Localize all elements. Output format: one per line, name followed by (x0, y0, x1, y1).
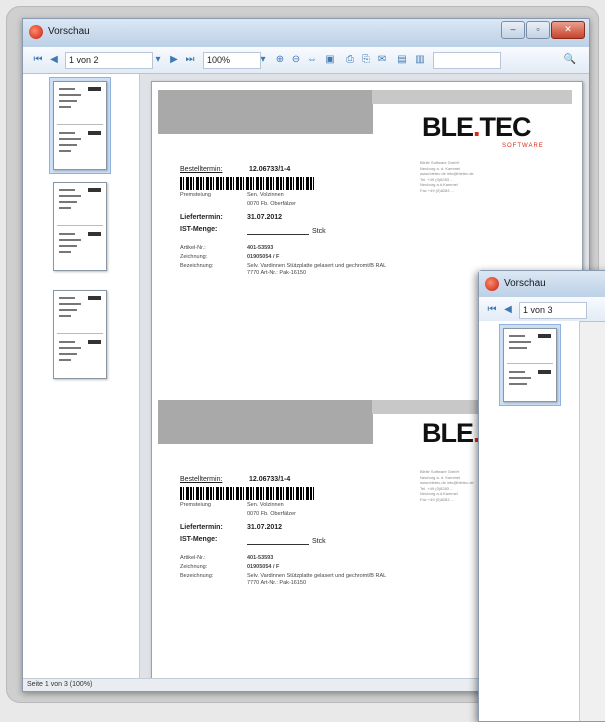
page-thumbnail-2[interactable] (53, 182, 107, 271)
header-gray-block (158, 90, 373, 134)
prev-page-icon[interactable]: ◀ (47, 52, 61, 65)
company-address: Bleile Software GmbH Neuburg a. d. Kamme… (420, 160, 474, 193)
order-value: 12.06733/1-4 (249, 166, 291, 173)
window-controls: – ▫ ✕ (501, 21, 585, 39)
delivery-value-2: 0070 Fb. Oberfälzer (247, 201, 296, 207)
prev-page-icon-2[interactable]: ◀ (501, 302, 515, 315)
close-button[interactable]: ✕ (551, 21, 585, 39)
app-icon-2 (485, 277, 499, 291)
print-icon[interactable]: ⎙ (343, 52, 357, 65)
zoom-in-icon[interactable]: ⊕ (273, 52, 287, 65)
fit-page-icon[interactable]: ▣ (323, 52, 337, 65)
drawing-value-2: 01905054 / F (247, 564, 280, 570)
preview-window-2: Vorschau ⏮ ◀ 1 von 3 (478, 270, 605, 722)
order-label: Bestelltermin: (180, 166, 223, 173)
header-gray-strip (372, 90, 572, 104)
date-label: Liefertermin: (180, 214, 223, 221)
drawing-value: 01905054 / F (247, 254, 280, 260)
desc-label: Bezeichnung: (180, 263, 214, 269)
page-thumbnail-w2[interactable] (503, 328, 557, 402)
delivery-value-1: Sen. Volzinnen (247, 192, 284, 198)
last-page-icon[interactable]: ⏭ (183, 52, 197, 65)
drawing-label-2: Zeichnung: (180, 564, 208, 570)
header-gray-block-2 (158, 400, 373, 444)
qty-label-2: IST-Menge: (180, 536, 218, 543)
delivery-label: Premsteiung (180, 192, 211, 198)
article-value: 401-53593 (247, 245, 274, 251)
zoom-field[interactable]: 100% (203, 52, 261, 69)
fit-width-icon[interactable]: ⇔ (305, 52, 319, 65)
desc-value-2-2: 7770 Art-Nr.: Pak-16150 (247, 580, 307, 586)
barcode (180, 177, 314, 190)
date-label-2: Liefertermin: (180, 524, 223, 531)
page-thumbnail-1[interactable] (53, 81, 107, 170)
qty-label: IST-Menge: (180, 226, 218, 233)
minimize-button[interactable]: – (501, 21, 525, 39)
drawing-label: Zeichnung: (180, 254, 208, 260)
delivery-value-1-2: Sen. Volzinnen (247, 502, 284, 508)
date-value: 31.07.2012 (247, 214, 283, 221)
maximize-button[interactable]: ▫ (526, 21, 550, 39)
thumbnail-panel-2 (479, 321, 580, 721)
company-logo: BLE.TEC (422, 112, 532, 142)
thumbnail-panel (23, 74, 140, 679)
qty-unit: Stck (312, 228, 326, 235)
desc-value-1-2: Selv. Vardinnen Stützplatte gelasert und… (247, 573, 387, 579)
search-icon[interactable]: 🔍 (563, 52, 577, 65)
delivery-label-2: Premsteiung (180, 502, 211, 508)
order-label-2: Bestelltermin: (180, 476, 223, 483)
qty-field-line-2 (247, 544, 309, 545)
page-number-field[interactable]: 1 von 2 (65, 52, 153, 69)
send-icon[interactable]: ✉ (375, 52, 389, 65)
logo-subtitle: SOFTWARE (502, 143, 544, 149)
search-input[interactable] (433, 52, 501, 69)
save-icon[interactable]: ▤ (395, 52, 409, 65)
desc-value-1: Selv. Vardinnen Stützplatte gelasert und… (247, 263, 387, 269)
print-setup-icon[interactable]: ⎘ (359, 52, 373, 65)
qty-field-line (247, 234, 309, 235)
order-value-2: 12.06733/1-4 (249, 476, 291, 483)
date-value-2: 31.07.2012 (247, 524, 283, 531)
window-title: Vorschau (48, 26, 90, 37)
page-thumbnail-3[interactable] (53, 290, 107, 379)
first-page-icon[interactable]: ⏮ (31, 52, 45, 65)
first-page-icon-2[interactable]: ⏮ (485, 302, 499, 315)
toolbar: ⏮ ◀ 1 von 2 ▾ ▶ ⏭ 100% ▾ ⊕ ⊖ ⇔ ▣ ⎙ ⎘ ✉ ▤… (23, 47, 589, 74)
desc-label-2: Bezeichnung: (180, 573, 214, 579)
title-bar: Vorschau – ▫ ✕ (23, 19, 589, 48)
zoom-out-icon[interactable]: ⊖ (289, 52, 303, 65)
export-icon[interactable]: ▥ (413, 52, 427, 65)
article-label: Artikel-Nr.: (180, 245, 206, 251)
delivery-value-2-2: 0070 Fb. Oberfälzer (247, 511, 296, 517)
title-bar-2: Vorschau (479, 271, 605, 298)
window-title-2: Vorschau (504, 278, 546, 289)
next-page-icon[interactable]: ▶ (167, 52, 181, 65)
article-label-2: Artikel-Nr.: (180, 555, 206, 561)
dropdown-arrow-icon[interactable]: ▾ (151, 52, 165, 65)
app-icon (29, 25, 43, 39)
zoom-dropdown-icon[interactable]: ▾ (256, 52, 270, 65)
page-number-field-2[interactable]: 1 von 3 (519, 302, 587, 319)
desc-value-2: 7770 Art-Nr.: Pak-16150 (247, 270, 307, 276)
article-value-2: 401-53593 (247, 555, 274, 561)
barcode-2 (180, 487, 314, 500)
toolbar-2: ⏮ ◀ 1 von 3 (479, 297, 605, 322)
qty-unit-2: Stck (312, 538, 326, 545)
